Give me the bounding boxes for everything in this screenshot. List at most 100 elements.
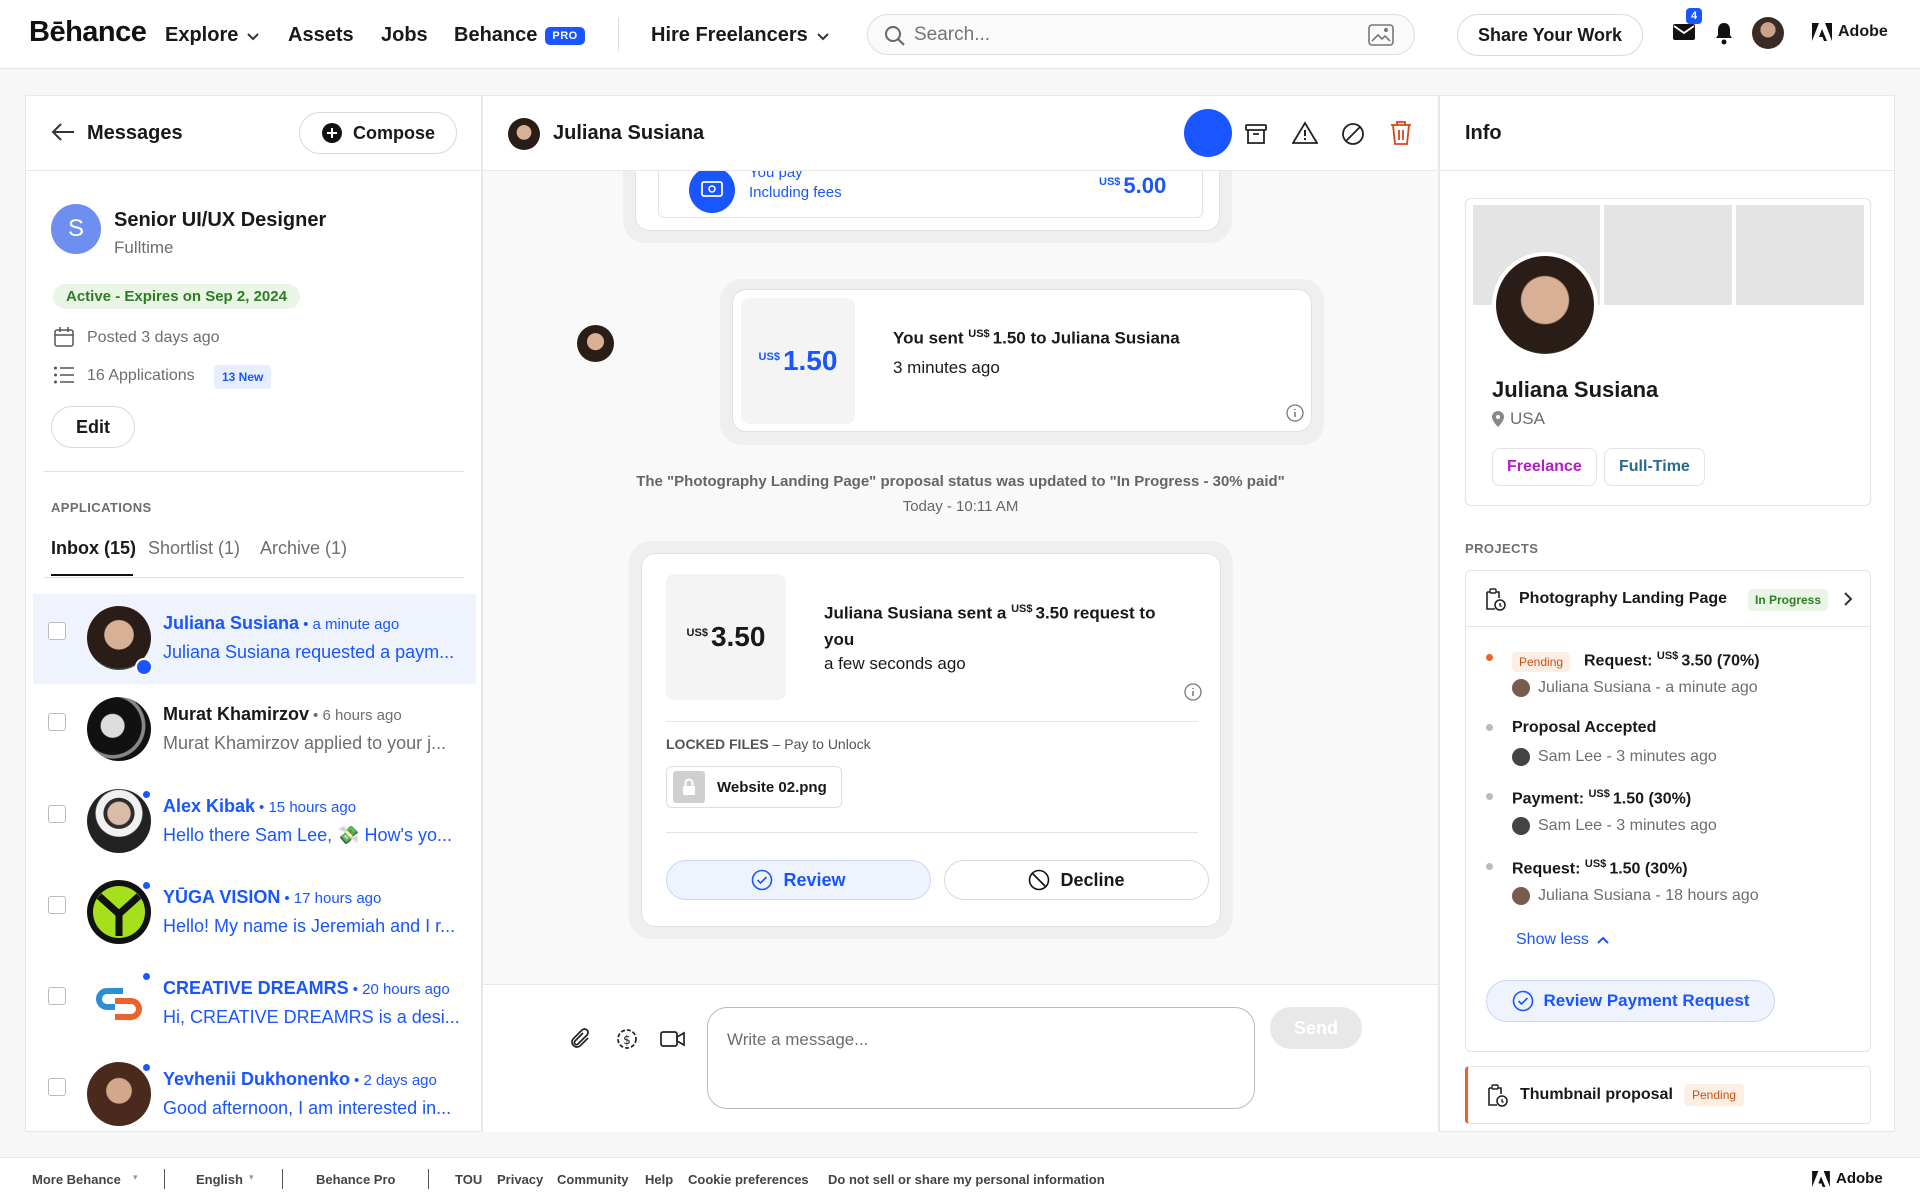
conversation-preview: Juliana Susiana requested a paym... [163,642,455,662]
conversation-time: • 15 hours ago [259,799,357,816]
nav-explore[interactable]: Explore [165,24,260,47]
conversation-item[interactable]: Murat Khamirzov • 6 hours ago Murat Khami… [33,685,476,775]
footer-behance-pro[interactable]: Behance Pro [316,1172,395,1187]
conversation-checkbox[interactable] [48,713,66,731]
footer-adobe-logo[interactable]: Adobe [1812,1170,1883,1187]
unread-dot [141,880,152,891]
payment-settings-icon[interactable]: $ [614,1026,640,1052]
info-icon[interactable] [1184,683,1202,701]
payment-summary-card: You pay Including fees US$ 5.00 [635,171,1220,231]
mini-avatar [1512,679,1530,697]
thumbnail-proposal-card[interactable]: Thumbnail proposal Pending [1465,1066,1871,1124]
project-header[interactable]: Photography Landing Page In Progress [1466,571,1870,627]
footer-language[interactable]: English [196,1172,243,1187]
conversation-checkbox[interactable] [48,987,66,1005]
compose-button[interactable]: Compose [299,112,457,154]
video-call-icon[interactable] [660,1029,686,1049]
conversation-time: • 20 hours ago [352,981,450,998]
review-payment-request-button[interactable]: Review Payment Request [1486,980,1775,1022]
projects-label: PROJECTS [1465,541,1539,556]
search-input[interactable] [914,24,1334,46]
currency-label: US$ [1011,603,1033,615]
edit-job-button[interactable]: Edit [51,406,135,448]
conversation-item[interactable]: Alex Kibak • 15 hours ago Hello there Sam… [33,777,476,867]
profile-name[interactable]: Juliana Susiana [1492,377,1658,403]
adobe-logo[interactable]: Adobe [1812,23,1888,41]
search-bar [867,14,1415,55]
info-icon[interactable] [1286,404,1304,422]
conversation-item[interactable]: Yevhenii Dukhonenko • 2 days ago Good aft… [33,1050,476,1128]
unread-dot [141,1062,152,1073]
nav-behance-pro[interactable]: Behance PRO [454,24,585,47]
tab-inbox[interactable]: Inbox (15) [51,538,136,559]
footer-link-do-not-sell[interactable]: Do not sell or share my personal informa… [828,1172,1105,1187]
payment-action-button[interactable] [1184,109,1232,157]
timeline-value: 1.50 (30%) [1609,860,1688,878]
footer-link-privacy[interactable]: Privacy [497,1172,543,1187]
profile-avatar[interactable] [1492,252,1598,358]
list-icon [54,366,74,384]
show-less-link[interactable]: Show less [1516,931,1609,949]
sent-amount-box: US$ 1.50 [741,298,855,424]
footer-link-community[interactable]: Community [557,1172,629,1187]
divider [44,471,464,472]
conversation-name-line: Murat Khamirzov • 6 hours ago [163,704,402,725]
job-title[interactable]: Senior UI/UX Designer [114,209,326,232]
tag-freelance: Freelance [1492,448,1597,486]
conversation-checkbox[interactable] [48,1078,66,1096]
conversation-item[interactable]: Juliana Susiana • a minute ago Juliana Su… [33,594,476,684]
footer-more-behance[interactable]: More Behance [32,1172,121,1187]
share-your-work-button[interactable]: Share Your Work [1457,14,1643,56]
sent-amount-text: US$ 1.50 [759,345,838,377]
conversation-checkbox[interactable] [48,896,66,914]
nav-hire-freelancers[interactable]: Hire Freelancers [651,24,830,47]
footer-link-cookies[interactable]: Cookie preferences [688,1172,809,1187]
conversation-checkbox[interactable] [48,805,66,823]
profile-location: USA [1492,409,1545,429]
review-button[interactable]: Review [666,860,931,900]
report-warning-icon[interactable] [1292,121,1318,145]
footer-link-help[interactable]: Help [645,1172,673,1187]
project-thumbnail[interactable] [1604,205,1732,305]
tab-shortlist[interactable]: Shortlist (1) [148,538,240,559]
nav-jobs[interactable]: Jobs [381,24,428,47]
messages-icon[interactable]: 4 [1672,8,1703,42]
timeline-who: Sam Lee [1538,748,1603,766]
decline-button[interactable]: Decline [944,860,1209,900]
avatar [87,697,151,761]
behance-logo[interactable]: Bēhance [29,16,147,49]
image-search-icon[interactable] [1368,24,1394,46]
bell-icon[interactable] [1714,21,1734,45]
conversation-checkbox[interactable] [48,622,66,640]
chat-contact-name[interactable]: Juliana Susiana [553,122,704,145]
user-avatar[interactable] [1752,17,1784,49]
message-input[interactable]: Write a message... [707,1007,1255,1109]
back-arrow-icon[interactable] [51,122,75,142]
timeline-value: 3.50 (70%) [1681,652,1760,670]
location-text: USA [1510,409,1545,428]
sent-line-post: to Juliana Susiana [1025,328,1180,348]
footer-link-tou[interactable]: TOU [455,1172,482,1187]
project-card: Photography Landing Page In Progress Pen… [1465,570,1871,1052]
locked-file-chip[interactable]: Website 02.png [666,766,842,808]
conversation-item[interactable]: YŪGA VISION • 17 hours ago Hello! My name… [33,868,476,958]
conversation-name: CREATIVE DREAMRS [163,978,349,998]
message-composer: $ Write a message... Send [483,984,1438,1132]
send-button[interactable]: Send [1270,1007,1362,1049]
job-applications[interactable]: 16 Applications [87,367,195,385]
attachment-icon[interactable] [568,1027,592,1051]
timeline-dot [1486,724,1493,731]
avatar [87,880,151,944]
delete-icon[interactable] [1389,120,1413,146]
messages-panel: Messages Compose S Senior UI/UX Designer… [25,95,482,1132]
archive-icon[interactable] [1244,122,1268,146]
tabs-divider [44,577,464,578]
timeline-label: Payment: [1512,790,1585,808]
tab-archive[interactable]: Archive (1) [260,538,347,559]
block-icon[interactable] [1341,122,1365,146]
avatar [87,1062,151,1126]
nav-hire-label: Hire Freelancers [651,24,808,46]
conversation-item[interactable]: CREATIVE DREAMRS • 20 hours ago Hi, CREAT… [33,959,476,1049]
nav-assets[interactable]: Assets [288,24,354,47]
project-thumbnail[interactable] [1736,205,1864,305]
